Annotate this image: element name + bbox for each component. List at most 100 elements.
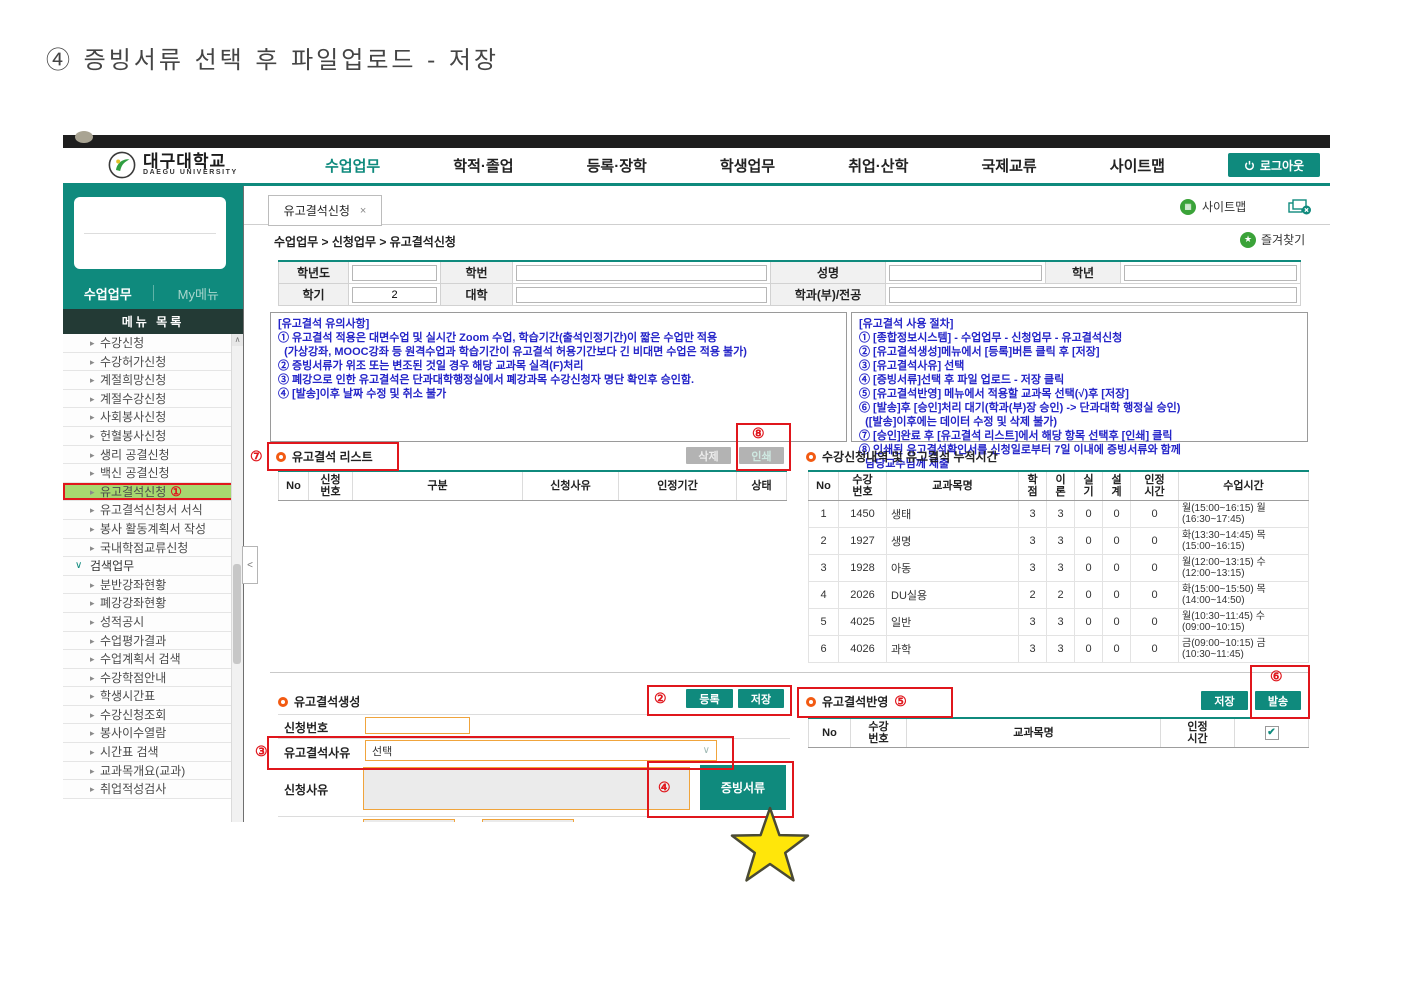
column-header: No: [279, 471, 309, 501]
column-header: 인정 시간: [1131, 471, 1179, 501]
sidebar-item-수강신청조회[interactable]: ▸수강신청조회: [63, 706, 243, 725]
dept-input[interactable]: [889, 287, 1297, 303]
step-badge-2: ②: [654, 690, 667, 707]
cell: 1928: [839, 555, 887, 582]
sidebar-item-label: 계절희망신청: [100, 373, 166, 387]
scroll-up-icon[interactable]: ∧: [232, 334, 243, 346]
enrollment-row[interactable]: 64026과학33000금(09:00~10:15) 금(10:30~11:45…: [809, 636, 1309, 663]
triangle-right-icon: ▸: [90, 594, 95, 613]
sidebar-collapse-button[interactable]: <: [242, 546, 258, 584]
sidebar-item-봉사 활동계획서 작성[interactable]: ▸봉사 활동계획서 작성: [63, 520, 243, 539]
tab-absence-application[interactable]: 유고결석신청 ×: [268, 195, 382, 226]
scrollbar-thumb[interactable]: [233, 564, 241, 664]
cell: 0: [1075, 582, 1103, 609]
sidebar-item-검색업무[interactable]: ∨검색업무: [63, 557, 243, 576]
enrollment-row[interactable]: 54025일반33000월(10:30~11:45) 수(09:00~10:15…: [809, 609, 1309, 636]
enrollment-row[interactable]: 11450생태33000월(15:00~16:15) 월(16:30~17:45…: [809, 501, 1309, 528]
sidebar-item-생리 공결신청[interactable]: ▸생리 공결신청: [63, 446, 243, 465]
nav-item-sitemap[interactable]: 사이트맵: [1110, 155, 1165, 176]
save-button-create[interactable]: 저장: [738, 689, 784, 708]
sidebar-item-분반강좌현황[interactable]: ▸분반강좌현황: [63, 576, 243, 595]
enrollment-row[interactable]: 21927생명33000화(13:30~14:45) 목(15:00~16:15…: [809, 528, 1309, 555]
nav-item-classwork[interactable]: 수업업무: [325, 155, 380, 176]
name-input[interactable]: [889, 265, 1042, 281]
sidebar-item-계절희망신청[interactable]: ▸ 계절희망신청: [63, 371, 243, 390]
period-start-input[interactable]: ▦: [363, 819, 455, 822]
cell: 3: [1047, 555, 1075, 582]
favorite-link[interactable]: ★ 즐겨찾기: [1240, 231, 1305, 248]
sidebar-item-label: 수업계획서 검색: [100, 652, 181, 666]
period-end-input[interactable]: ▦: [482, 819, 574, 822]
cell: 0: [1131, 501, 1179, 528]
browser-chrome-bar: [63, 135, 1330, 148]
college-input[interactable]: [516, 287, 767, 303]
sidebar-item-국내학점교류신청[interactable]: ▸국내학점교류신청: [63, 539, 243, 558]
logout-button[interactable]: 로그아웃: [1228, 153, 1320, 177]
grade-input[interactable]: [1124, 265, 1297, 281]
sidebar-item-수강신청[interactable]: ▸수강신청: [63, 334, 243, 353]
enrollment-row[interactable]: 42026DU실용22000화(15:00~15:50) 목(14:00~14:…: [809, 582, 1309, 609]
notice-cautions-title: [유고결석 유의사항]: [278, 317, 839, 331]
chrome-knob: [75, 131, 93, 143]
nav-item-records[interactable]: 학적·졸업: [453, 155, 513, 176]
register-button[interactable]: 등록: [686, 689, 733, 708]
select-all-checkbox[interactable]: ✔: [1265, 726, 1279, 740]
sidebar-item-폐강강좌현황[interactable]: ▸ 폐강강좌현황: [63, 594, 243, 613]
send-button[interactable]: 발송: [1255, 691, 1301, 710]
sidebar-item-백신 공결신청[interactable]: ▸백신 공결신청: [63, 464, 243, 483]
triangle-right-icon: ▸: [90, 687, 95, 706]
sidebar-item-수강허가신청[interactable]: ▸수강허가신청: [63, 353, 243, 372]
year-label: 학년도: [279, 261, 349, 284]
save-button-apply[interactable]: 저장: [1201, 691, 1248, 710]
absence-list-title: 유고결석 리스트: [276, 448, 373, 465]
enrollment-row[interactable]: 31928아동33000월(12:00~13:15) 수(12:00~13:15…: [809, 555, 1309, 582]
semester-label: 학기: [279, 284, 349, 306]
nav-item-student[interactable]: 학생업무: [720, 155, 775, 176]
close-all-windows-icon[interactable]: [1288, 199, 1312, 215]
sidebar-item-수업평가결과[interactable]: ▸수업평가결과: [63, 632, 243, 651]
university-logo[interactable]: 대구대학교 DAEGU UNIVERSITY: [108, 151, 238, 179]
nav-item-registration[interactable]: 등록·장학: [587, 155, 647, 176]
sidebar-item-label: 수강허가신청: [100, 355, 166, 369]
sitemap-label: 사이트맵: [1202, 198, 1246, 215]
sidebar-tab-classwork[interactable]: 수업업무: [63, 284, 153, 303]
triangle-right-icon: ▸: [90, 371, 95, 390]
studentno-input[interactable]: [516, 265, 767, 281]
calendar-icon[interactable]: ▦: [561, 820, 570, 822]
triangle-right-icon: ▸: [90, 613, 95, 632]
sidebar-item-교과목개요(교과)[interactable]: ▸교과목개요(교과): [63, 762, 243, 781]
application-no-input[interactable]: [365, 717, 470, 734]
sidebar-item-헌혈봉사신청[interactable]: ▸헌혈봉사신청: [63, 427, 243, 446]
studentno-label: 학번: [441, 261, 513, 284]
delete-button[interactable]: 삭제: [686, 447, 731, 464]
absence-reason-select[interactable]: 선택 ∨: [365, 740, 717, 761]
nav-item-career[interactable]: 취업·산학: [848, 155, 908, 176]
sidebar-item-유고결석신청[interactable]: ▸유고결석신청①: [63, 483, 243, 502]
nav-item-international[interactable]: 국제교류: [981, 155, 1036, 176]
sidebar-item-label: 학생시간표: [100, 689, 155, 703]
sidebar-item-사회봉사신청[interactable]: ▸사회봉사신청: [63, 408, 243, 427]
calendar-icon[interactable]: ▦: [442, 820, 451, 822]
print-button[interactable]: 인쇄: [739, 447, 784, 464]
application-no-label: 신청번호: [284, 719, 328, 736]
absence-create-title: 유고결석생성: [278, 693, 360, 710]
sidebar-item-수업계획서 검색[interactable]: ▸수업계획서 검색: [63, 650, 243, 669]
tab-close-icon[interactable]: ×: [360, 205, 366, 217]
sidebar-item-계절수강신청[interactable]: ▸계절수강신청: [63, 390, 243, 409]
sidebar-item-유고결석신청서 서식[interactable]: ▸유고결석신청서 서식: [63, 501, 243, 520]
sidebar-tab-mymenu[interactable]: My메뉴: [154, 284, 244, 303]
sitemap-link[interactable]: ▦ 사이트맵: [1180, 198, 1246, 215]
sidebar-item-학생시간표[interactable]: ▸ 학생시간표: [63, 687, 243, 706]
sidebar-item-성적공시[interactable]: ▸성적공시: [63, 613, 243, 632]
cell: 0: [1131, 609, 1179, 636]
year-input[interactable]: [352, 265, 437, 281]
sidebar-item-시간표 검색[interactable]: ▸시간표 검색: [63, 743, 243, 762]
semester-input[interactable]: [352, 287, 437, 303]
cell: 6: [809, 636, 839, 663]
sidebar-item-label: 폐강강좌현황: [100, 596, 166, 610]
detail-reason-textarea[interactable]: [363, 767, 690, 810]
chevron-down-icon: ∨: [75, 557, 82, 576]
sidebar-item-취업적성검사[interactable]: ▸취업적성검사: [63, 780, 243, 799]
sidebar-item-봉사이수열람[interactable]: ▸봉사이수열람: [63, 724, 243, 743]
sidebar-item-수강학점안내[interactable]: ▸수강학점안내: [63, 669, 243, 688]
